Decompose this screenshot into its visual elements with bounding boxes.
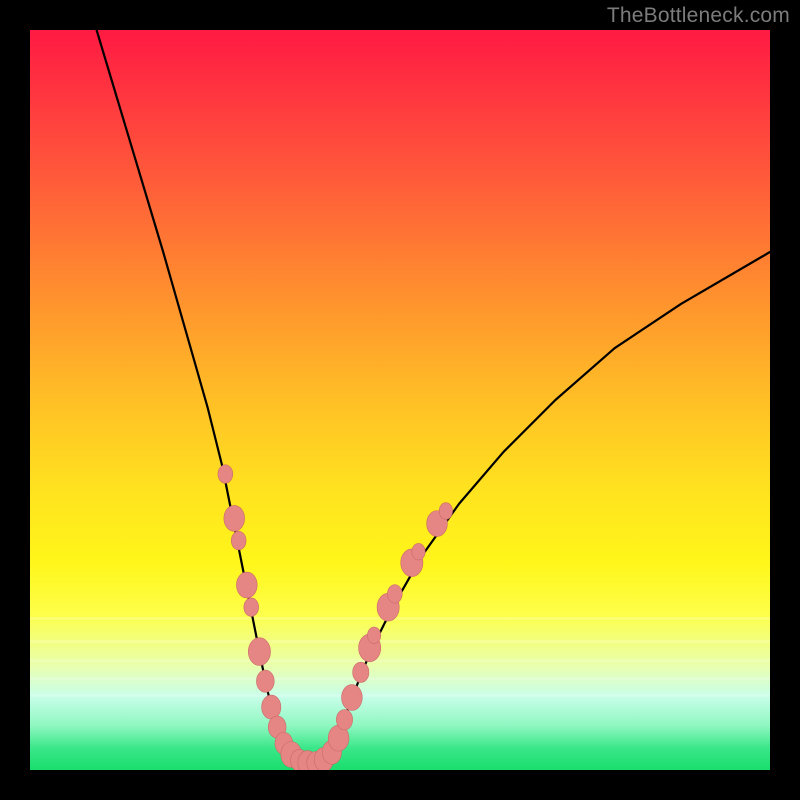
data-marker [342,685,363,711]
bottleneck-curve [97,30,770,763]
data-marker [224,505,245,531]
data-marker [256,670,274,692]
watermark-text: TheBottleneck.com [607,4,790,28]
data-marker [231,531,246,550]
chart-svg [30,30,770,770]
data-marker [336,710,352,730]
data-marker [262,695,281,719]
data-marker [387,585,402,604]
data-marker [439,503,452,520]
data-marker [412,543,425,560]
data-marker [248,638,270,666]
plot-area [30,30,770,770]
data-marker [236,572,257,598]
data-marker [353,662,369,682]
data-marker [244,598,259,617]
chart-stage: TheBottleneck.com [0,0,800,800]
data-marker [367,627,380,644]
data-marker [218,465,233,484]
